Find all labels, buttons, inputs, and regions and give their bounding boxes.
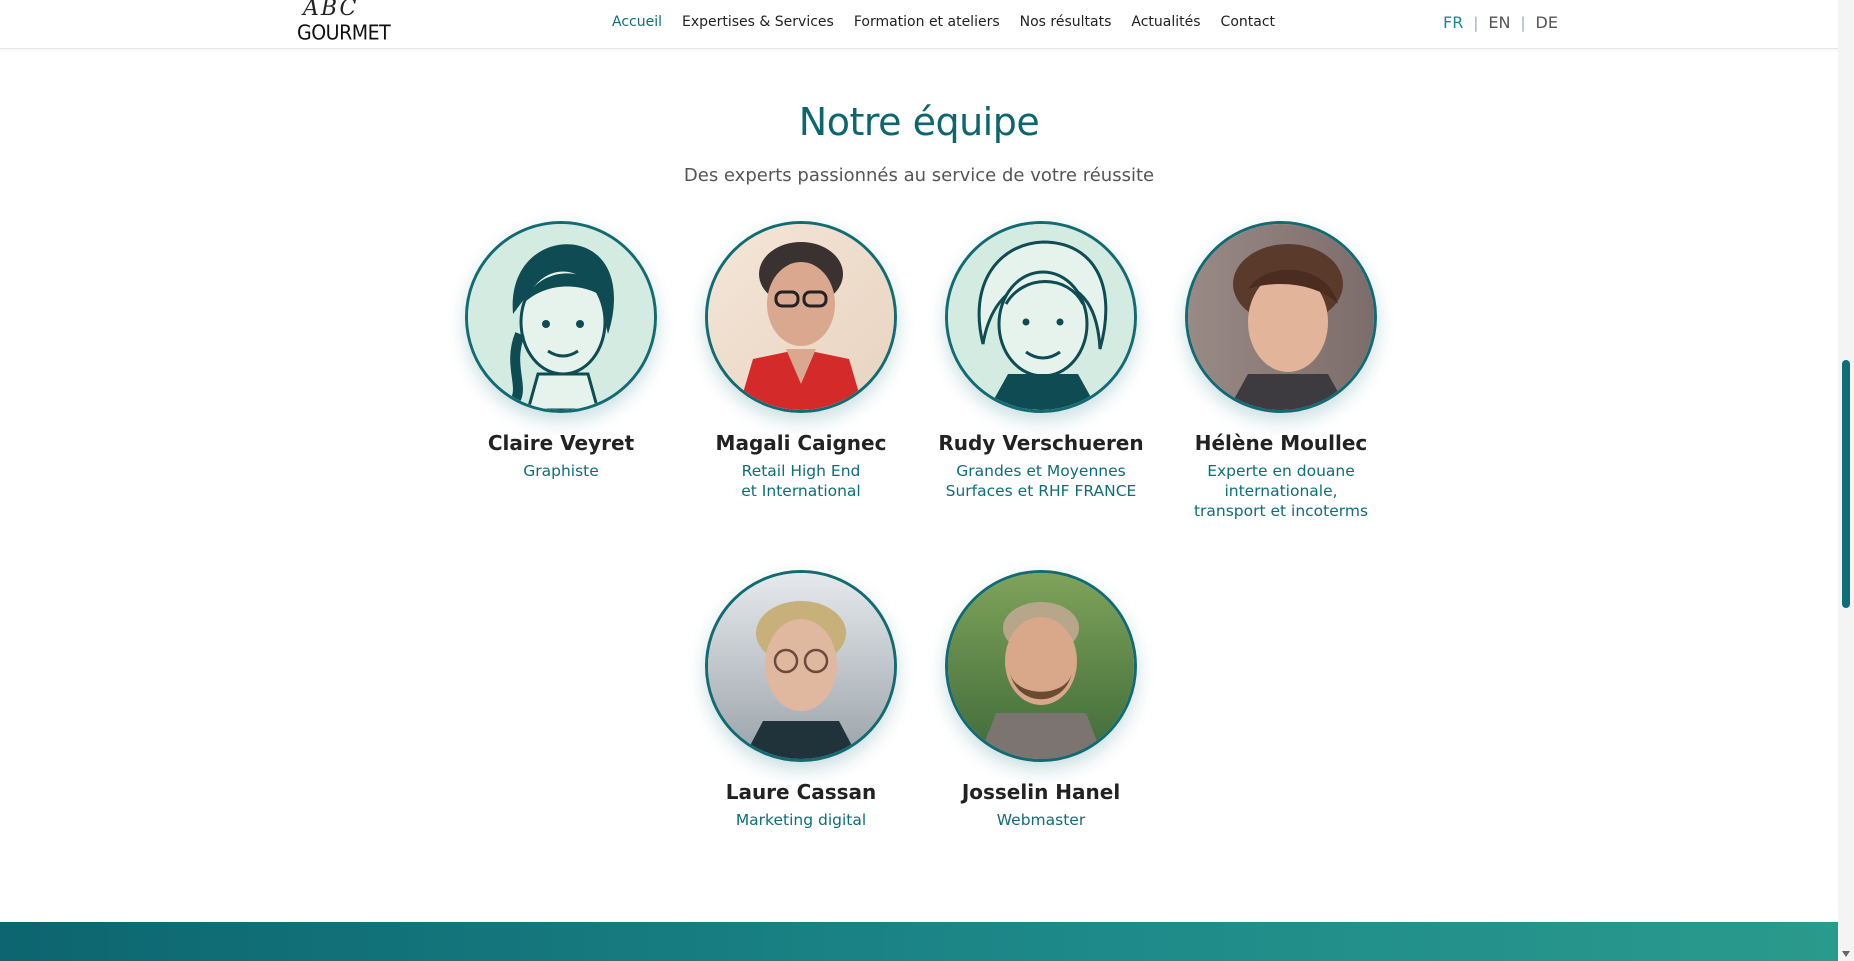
lang-divider: | [1520, 13, 1526, 32]
member-role: Webmaster [996, 811, 1086, 829]
member-role: Marketing digital [735, 811, 867, 829]
vertical-scrollbar[interactable] [1838, 0, 1854, 961]
team-member-card: Hélène Moullec Experte en douane interna… [1161, 221, 1401, 521]
member-name: Josselin Hanel [961, 780, 1121, 804]
team-member-card: Josselin Hanel Webmaster [921, 570, 1161, 830]
illustrated-portrait-avatar [945, 221, 1137, 413]
footer-gradient-band [0, 922, 1838, 961]
section-title: Notre équipe [798, 100, 1040, 144]
team-member-card: Rudy Verschueren Grandes et Moyennes Sur… [921, 221, 1161, 501]
nav-expertises-services[interactable]: Expertises & Services [682, 14, 834, 30]
site-header: ABC GOURMET Accueil Expertises & Service… [0, 0, 1838, 49]
team-member-card: Claire Veyret Graphiste [441, 221, 681, 481]
lang-de[interactable]: DE [1536, 13, 1558, 32]
member-role: Retail High End et International [741, 462, 861, 500]
member-role: Experte en douane internationale, transp… [1193, 462, 1369, 520]
photo-portrait-avatar [945, 570, 1137, 762]
illustrated-portrait-avatar [465, 221, 657, 413]
photo-portrait-avatar [1185, 221, 1377, 413]
nav-contact[interactable]: Contact [1221, 14, 1275, 30]
nav-accueil[interactable]: Accueil [612, 14, 662, 30]
logo-text-gourmet: GOURMET [297, 21, 391, 45]
abc-gourmet-logo[interactable]: ABC GOURMET [295, 0, 391, 45]
scroll-down-arrow-icon[interactable] [1842, 951, 1850, 957]
logo-text-abc: ABC [303, 0, 359, 21]
nav-nos-resultats[interactable]: Nos résultats [1020, 14, 1112, 30]
team-member-card: Laure Cassan Marketing digital [681, 570, 921, 830]
member-name: Rudy Verschueren [938, 431, 1144, 455]
scrollbar-thumb[interactable] [1842, 360, 1850, 608]
team-member-card: Magali Caignec Retail High End et Intern… [681, 221, 921, 501]
member-role: Grandes et Moyennes Surfaces et RHF FRAN… [945, 462, 1137, 500]
nav-formation-ateliers[interactable]: Formation et ateliers [854, 14, 1000, 30]
section-subtitle: Des experts passionnés au service de vot… [683, 165, 1155, 186]
main-nav: Accueil Expertises & Services Formation … [612, 14, 1275, 30]
member-name: Claire Veyret [487, 431, 635, 455]
member-role: Graphiste [523, 462, 599, 480]
photo-portrait-avatar [705, 221, 897, 413]
language-switcher: FR | EN | DE [1443, 13, 1558, 32]
member-name: Magali Caignec [715, 431, 887, 455]
member-name: Laure Cassan [725, 780, 877, 804]
lang-fr[interactable]: FR [1443, 13, 1463, 32]
page: ABC GOURMET Accueil Expertises & Service… [0, 0, 1838, 961]
lang-divider: | [1473, 13, 1479, 32]
lang-en[interactable]: EN [1488, 13, 1510, 32]
member-name: Hélène Moullec [1194, 431, 1368, 455]
photo-portrait-avatar [705, 570, 897, 762]
nav-actualites[interactable]: Actualités [1131, 14, 1200, 30]
